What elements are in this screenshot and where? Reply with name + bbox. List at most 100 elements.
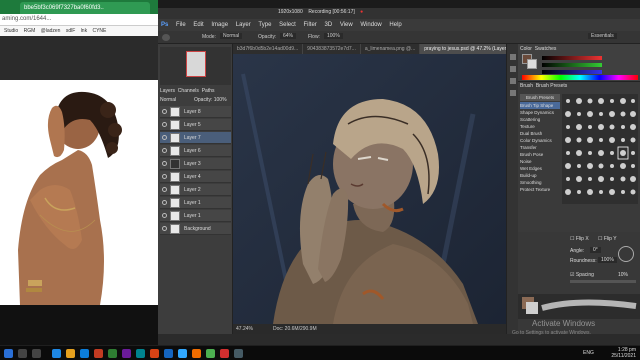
menu-filter[interactable]: Filter: [303, 19, 316, 31]
menu-view[interactable]: View: [340, 19, 353, 31]
flip-x-checkbox[interactable]: ☐ Flip X: [570, 236, 589, 242]
menu-help[interactable]: Help: [389, 19, 401, 31]
brush-option[interactable]: Transfer: [520, 144, 560, 151]
visibility-eye-icon[interactable]: [162, 109, 167, 114]
layer-row[interactable]: Background: [160, 223, 231, 235]
chrome-icon[interactable]: [206, 349, 215, 358]
opacity-field[interactable]: 64%: [280, 33, 297, 39]
app-icon[interactable]: [108, 349, 117, 358]
color-slider-g[interactable]: [542, 63, 602, 67]
app-icon[interactable]: [150, 349, 159, 358]
layer-row[interactable]: Layer 6: [160, 145, 231, 157]
tab-paths[interactable]: Paths: [202, 88, 215, 94]
record-icon[interactable]: ●: [360, 9, 363, 15]
photoshop-taskbar-icon[interactable]: [178, 349, 187, 358]
tab-brush-presets[interactable]: Brush Presets: [536, 83, 567, 89]
app-icon[interactable]: [164, 349, 173, 358]
color-spectrum[interactable]: [522, 75, 638, 80]
search-icon[interactable]: [18, 349, 27, 358]
layer-row[interactable]: Layer 4: [160, 171, 231, 183]
app-icon[interactable]: [234, 349, 243, 358]
windows-start-icon[interactable]: [4, 349, 13, 358]
visibility-eye-icon[interactable]: [162, 174, 167, 179]
tab-layers[interactable]: Layers: [160, 88, 175, 94]
visibility-eye-icon[interactable]: [162, 226, 167, 231]
menu-file[interactable]: File: [176, 19, 186, 31]
visibility-eye-icon[interactable]: [162, 135, 167, 140]
layer-row[interactable]: Layer 1: [160, 210, 231, 222]
brush-tool-icon[interactable]: [510, 66, 516, 72]
brush-option[interactable]: Smoothing: [520, 179, 560, 186]
brush-option[interactable]: Noise: [520, 158, 560, 165]
doc-tab[interactable]: 904383873572e7d7...: [303, 44, 361, 54]
spacing-value[interactable]: 10%: [618, 272, 628, 278]
move-tool-icon[interactable]: [510, 54, 516, 60]
visibility-eye-icon[interactable]: [162, 148, 167, 153]
app-icon[interactable]: [52, 349, 61, 358]
edge-icon[interactable]: [80, 349, 89, 358]
task-view-icon[interactable]: [32, 349, 41, 358]
brush-tip-grid[interactable]: [562, 94, 638, 204]
flip-y-checkbox[interactable]: ☐ Flip Y: [598, 236, 617, 242]
menu-image[interactable]: Image: [211, 19, 228, 31]
layer-row[interactable]: Layer 5: [160, 119, 231, 131]
roundness-field[interactable]: 100%: [598, 257, 617, 263]
tab-color[interactable]: Color: [520, 46, 532, 52]
brush-tool-icon[interactable]: [162, 34, 170, 41]
brush-option[interactable]: Scattering: [520, 116, 560, 123]
spacing-slider[interactable]: [570, 280, 636, 283]
menu-layer[interactable]: Layer: [236, 19, 251, 31]
visibility-eye-icon[interactable]: [162, 122, 167, 127]
menu-window[interactable]: Window: [360, 19, 381, 31]
spacing-checkbox[interactable]: ☑ Spacing: [570, 272, 594, 278]
eraser-tool-icon[interactable]: [510, 78, 516, 84]
brush-option[interactable]: Dual Brush: [520, 130, 560, 137]
bookmark-item[interactable]: lnk: [81, 26, 87, 36]
bookmark-item[interactable]: Studio: [4, 26, 18, 36]
visibility-eye-icon[interactable]: [162, 187, 167, 192]
menu-select[interactable]: Select: [279, 19, 296, 31]
brush-option[interactable]: Color Dynamics: [520, 137, 560, 144]
brush-option[interactable]: Shape Dynamics: [520, 109, 560, 116]
app-icon[interactable]: [136, 349, 145, 358]
background-color-swatch[interactable]: [527, 59, 537, 69]
angle-field[interactable]: 0°: [590, 247, 601, 253]
app-icon[interactable]: [122, 349, 131, 358]
address-bar[interactable]: aming.com/1644...: [0, 14, 158, 26]
brush-option[interactable]: Protect Texture: [520, 186, 560, 193]
visibility-eye-icon[interactable]: [162, 200, 167, 205]
menu-edit[interactable]: Edit: [193, 19, 203, 31]
doc-tab[interactable]: b3d7f6b0d5b2e14ad00d9...: [233, 44, 304, 54]
brush-option[interactable]: Texture: [520, 123, 560, 130]
visibility-eye-icon[interactable]: [162, 161, 167, 166]
layer-row[interactable]: Layer 2: [160, 184, 231, 196]
doc-tab[interactable]: a_limenamea.png @...: [361, 44, 421, 54]
brush-option[interactable]: Brush Pose: [520, 151, 560, 158]
bookmark-item[interactable]: sdlF: [66, 26, 75, 36]
brush-option[interactable]: Wet Edges: [520, 165, 560, 172]
bookmark-item[interactable]: RGM: [24, 26, 36, 36]
browser-tab[interactable]: bbe5bf3c069f7327ba0f60fd3..: [20, 2, 150, 14]
layer-row[interactable]: Layer 3: [160, 158, 231, 170]
app-icon[interactable]: [220, 349, 229, 358]
app-icon[interactable]: [94, 349, 103, 358]
brush-presets-button[interactable]: Brush Presets: [520, 94, 560, 101]
layer-row[interactable]: Layer 8: [160, 106, 231, 118]
menu-type[interactable]: Type: [258, 19, 271, 31]
brush-option[interactable]: Brush Tip Shape: [520, 102, 560, 109]
workspace-select[interactable]: Essentials: [588, 33, 617, 39]
bookmark-item[interactable]: CYNE: [92, 26, 106, 36]
flow-field[interactable]: 100%: [324, 33, 343, 39]
color-slider-r[interactable]: [542, 56, 602, 60]
app-icon[interactable]: [192, 349, 201, 358]
menu-3d[interactable]: 3D: [324, 19, 332, 31]
smudge-tool-icon[interactable]: [510, 90, 516, 96]
folder-icon[interactable]: [66, 349, 75, 358]
tab-swatches[interactable]: Swatches: [535, 46, 557, 52]
layer-opacity[interactable]: Opacity: 100%: [194, 97, 227, 103]
zoom-level[interactable]: 47.24%: [236, 326, 253, 332]
brush-angle-widget[interactable]: [618, 246, 634, 262]
navigator-thumbnail[interactable]: [186, 51, 206, 77]
brush-option[interactable]: Build-up: [520, 172, 560, 179]
mode-select[interactable]: Normal: [220, 33, 243, 39]
